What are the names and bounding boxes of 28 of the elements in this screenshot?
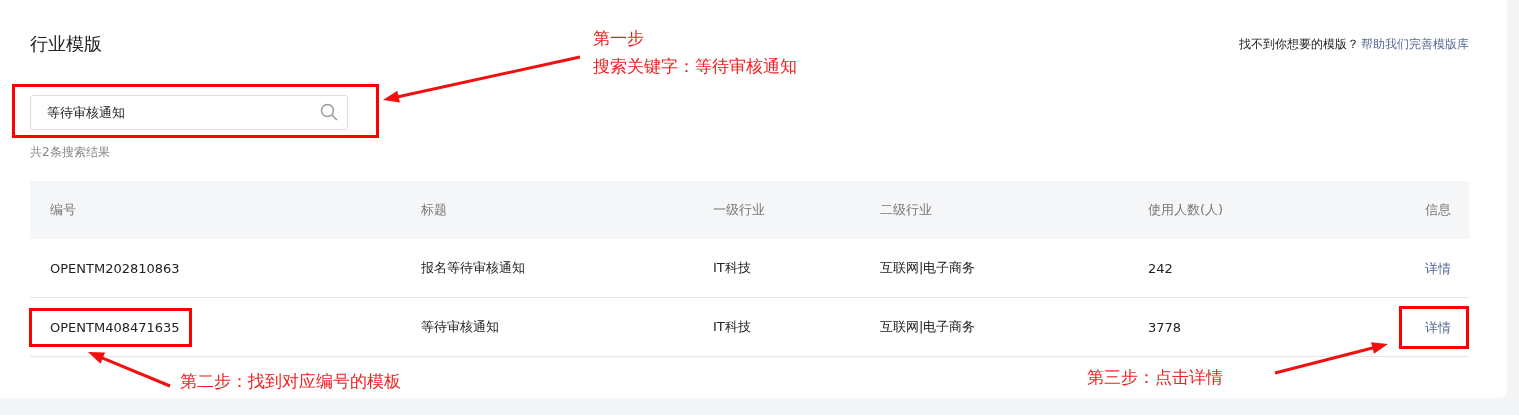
help-link[interactable]: 帮助我们完善模版库 bbox=[1361, 35, 1469, 53]
annotation-text: 第一步 bbox=[593, 27, 645, 50]
column-header: 标题 bbox=[421, 201, 448, 219]
table-cell-text: OPENTM202810863 bbox=[49, 259, 181, 278]
column-header: 一级行业 bbox=[713, 201, 766, 219]
annotation-text: 第三步：点击详情 bbox=[1087, 366, 1223, 389]
help-prompt: 找不到你想要的模版？ bbox=[1239, 35, 1359, 53]
annotation-text: 搜索关键字：等待审核通知 bbox=[593, 55, 797, 78]
column-header: 信息 bbox=[1424, 201, 1452, 219]
result-count: 共2条搜索结果 bbox=[30, 144, 111, 161]
column-header: 使用人数(人) bbox=[1148, 201, 1225, 219]
table-cell: 报名等待审核通知 bbox=[421, 260, 525, 275]
page-title: 行业模版 bbox=[30, 32, 102, 56]
detail-link[interactable]: 详情 bbox=[1399, 246, 1469, 290]
annotation-text: 第二步：找到对应编号的模板 bbox=[180, 370, 401, 393]
table-cell: IT科技 bbox=[713, 260, 751, 275]
column-header: 二级行业 bbox=[880, 201, 933, 219]
table-cell: 互联网|电子商务 bbox=[880, 319, 976, 334]
search-field[interactable]: 等待审核通知 bbox=[30, 95, 348, 130]
table-cell: 互联网|电子商务 bbox=[880, 260, 976, 275]
table-cell: IT科技 bbox=[713, 319, 751, 334]
table-cell: 等待审核通知 bbox=[421, 319, 499, 334]
table-cell: 3778 bbox=[1148, 319, 1182, 335]
table-cell: 242 bbox=[1148, 260, 1173, 276]
detail-link[interactable]: 详情 bbox=[1399, 305, 1469, 349]
search-icon[interactable] bbox=[320, 103, 338, 121]
column-header: 编号 bbox=[49, 201, 77, 219]
table-cell: OPENTM408471635 bbox=[29, 307, 192, 347]
